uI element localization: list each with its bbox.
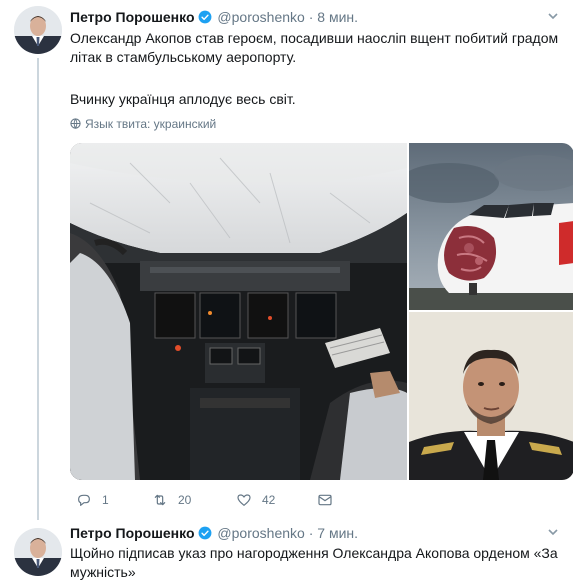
tweet-actions: 1 20 42 [70, 490, 490, 510]
like-icon [237, 494, 251, 506]
reply-icon [78, 494, 90, 506]
separator: · [308, 525, 314, 541]
separator: · [308, 9, 314, 25]
display-name[interactable]: Петро Порошенко [70, 9, 195, 25]
like-count: 42 [262, 493, 276, 507]
tweet-language-note: Язык твита: украинский [70, 117, 216, 131]
tweet-text-second-paragraph: Вчинку українця аплодує весь світ. [70, 91, 296, 107]
retweet-count: 20 [178, 493, 192, 507]
avatar[interactable] [14, 6, 62, 54]
media-photo-plane[interactable] [409, 143, 573, 310]
tweet-header: Петро Порошенко @poroshenko · 8 мин. [70, 8, 358, 26]
like-button[interactable]: 42 [236, 490, 275, 510]
reply-count: 1 [102, 493, 109, 507]
direct-message-button[interactable] [317, 490, 343, 510]
verified-icon [198, 10, 211, 24]
handle[interactable]: @poroshenko [217, 525, 304, 541]
media-photo-cockpit[interactable] [70, 143, 407, 480]
retweet-button[interactable]: 20 [152, 490, 191, 510]
reply-button[interactable]: 1 [76, 490, 109, 510]
tweet[interactable]: Петро Порошенко @poroshenko · 7 мин. Щой… [0, 520, 573, 581]
media-grid [70, 143, 573, 480]
avatar[interactable] [14, 528, 62, 576]
media-photo-pilot[interactable] [409, 312, 573, 480]
tweet[interactable]: Петро Порошенко @poroshenko · 8 мин. Оле… [0, 0, 573, 520]
timestamp[interactable]: 8 мин. [317, 9, 358, 25]
chevron-down-icon[interactable] [547, 10, 559, 22]
retweet-icon [154, 494, 166, 506]
verified-icon [198, 526, 211, 540]
tweet-text: Щойно підписав указ про нагородження Оле… [70, 545, 558, 580]
thread-line [37, 58, 39, 520]
handle[interactable]: @poroshenko [217, 9, 304, 25]
tweet-header: Петро Порошенко @poroshenko · 7 мин. [70, 524, 358, 542]
chevron-down-icon[interactable] [547, 526, 559, 538]
display-name[interactable]: Петро Порошенко [70, 525, 195, 541]
tweet-text: Олександр Акопов став героєм, посадивши … [70, 30, 559, 65]
timestamp[interactable]: 7 мин. [317, 525, 358, 541]
globe-icon [70, 118, 81, 129]
message-icon [318, 494, 332, 506]
language-label: Язык твита: украинский [85, 117, 217, 131]
